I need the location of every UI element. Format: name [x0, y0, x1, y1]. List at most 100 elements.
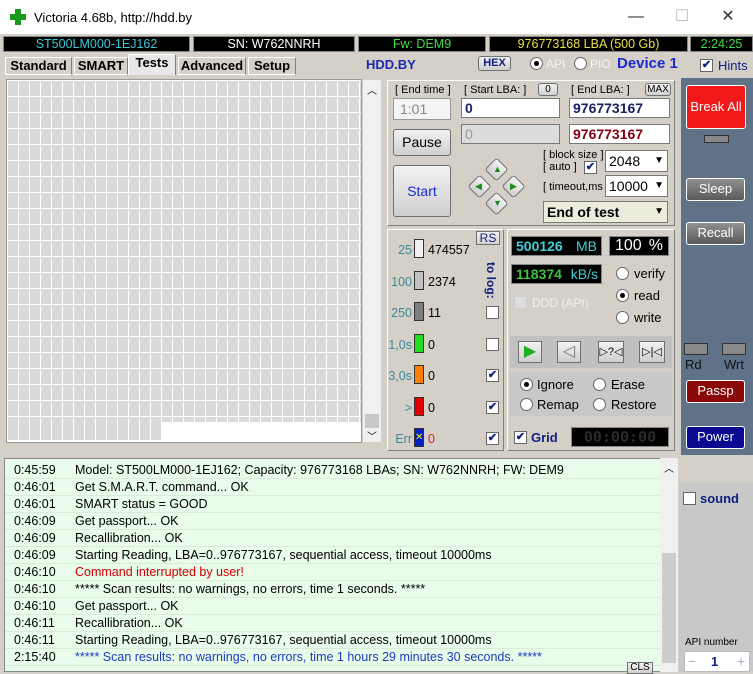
- api-label: API: [546, 57, 566, 71]
- latency-label: 3,0s: [388, 369, 412, 383]
- log-entry: 0:46:10 ***** Scan results: no warnings, …: [5, 581, 660, 598]
- log-checkbox[interactable]: ✔: [486, 369, 499, 382]
- sleep-button[interactable]: Sleep: [686, 178, 745, 201]
- device-label[interactable]: Device 1: [617, 55, 678, 72]
- recall-button[interactable]: Recall: [686, 222, 745, 245]
- tab-smart[interactable]: SMART: [74, 57, 128, 75]
- play-forward-button[interactable]: ▶: [518, 341, 542, 363]
- sound-checkbox[interactable]: [683, 492, 696, 505]
- log-message: SMART status = GOOD: [75, 497, 208, 511]
- log-scroll-thumb[interactable]: [662, 553, 676, 663]
- mb-unit: MB: [576, 238, 597, 254]
- latency-color-swatch: ✕: [414, 428, 424, 447]
- speed-value: 118374: [516, 266, 562, 282]
- log-checkbox[interactable]: [486, 306, 499, 319]
- restore-radio[interactable]: [593, 398, 606, 411]
- timeout-select[interactable]: 10000 ▼: [605, 175, 668, 197]
- clear-log-button[interactable]: CLS: [627, 662, 653, 674]
- timer-display: 00:00:00: [571, 427, 669, 447]
- start-lba-input[interactable]: 0: [461, 98, 560, 118]
- pause-button[interactable]: Pause: [393, 129, 451, 156]
- reset-stats-button[interactable]: RS: [476, 231, 500, 245]
- block-size-select[interactable]: 2048 ▼: [605, 150, 668, 172]
- scroll-thumb[interactable]: [365, 414, 379, 428]
- tab-tests[interactable]: Tests: [128, 54, 176, 75]
- log-entry: 0:46:09 Get passport... OK: [5, 513, 660, 530]
- latency-label: 25: [398, 243, 412, 257]
- auto-checkbox[interactable]: ✔: [584, 161, 597, 174]
- app-icon: [10, 9, 26, 25]
- random-seek-button[interactable]: ▷?◁: [598, 341, 624, 363]
- tab-advanced[interactable]: Advanced: [178, 57, 246, 75]
- remap-label: Remap: [537, 397, 579, 412]
- log-message: Get S.M.A.R.T. command... OK: [75, 480, 249, 494]
- tab-standard[interactable]: Standard: [5, 57, 72, 75]
- pio-radio[interactable]: [574, 57, 587, 70]
- timeout-label: [ timeout,ms ]: [543, 181, 610, 193]
- read-radio[interactable]: [616, 289, 629, 302]
- hdd-by-link[interactable]: HDD.BY: [366, 57, 416, 72]
- api-radio[interactable]: [530, 57, 543, 70]
- api-number-value: 1: [711, 654, 719, 669]
- grid-scrollbar[interactable]: ︿ ﹀: [363, 80, 381, 443]
- butterfly-button[interactable]: ▷|◁: [639, 341, 665, 363]
- power-button[interactable]: Power: [686, 426, 745, 449]
- end-time-field[interactable]: 1:01: [393, 98, 451, 120]
- chevron-down-icon: ▼: [654, 180, 664, 191]
- minimize-button[interactable]: —: [616, 6, 656, 28]
- erase-radio[interactable]: [593, 378, 606, 391]
- scroll-up-icon[interactable]: ︿: [367, 82, 377, 97]
- hints-checkbox[interactable]: ✔: [700, 59, 713, 72]
- model-display: ST500LM000-1EJ162: [3, 36, 190, 52]
- start-lba-zero-button[interactable]: 0: [538, 83, 558, 96]
- log-entry: 0:46:09 Starting Reading, LBA=0..97677316…: [5, 547, 660, 564]
- grid-checkbox[interactable]: ✔: [514, 431, 527, 444]
- maximize-button[interactable]: ☐: [662, 6, 702, 28]
- event-log: 0:45:59 Model: ST500LM000-1EJ162; Capacit…: [4, 458, 662, 672]
- log-checkbox[interactable]: ✔: [486, 400, 499, 414]
- latency-color-swatch: [414, 239, 424, 258]
- end-action-select[interactable]: End of test ▼: [543, 201, 668, 223]
- minus-button[interactable]: −: [688, 653, 696, 669]
- hex-button[interactable]: HEX: [478, 56, 511, 71]
- arrow-right-icon: ▶: [510, 181, 517, 191]
- log-entry: 0:46:10 Get passport... OK: [5, 598, 660, 615]
- latency-count: 0: [428, 369, 435, 383]
- log-entry: 2:15:40 ***** Scan results: no warnings, …: [5, 649, 660, 666]
- direction-pad: ▲ ◀ ▶ ▼: [465, 157, 526, 218]
- scroll-down-icon[interactable]: ﹀: [367, 428, 377, 443]
- latency-color-swatch: [414, 365, 424, 384]
- ignore-radio[interactable]: [520, 378, 533, 391]
- current-lba-field: 0: [461, 124, 560, 144]
- remap-radio[interactable]: [520, 398, 533, 411]
- chevron-down-icon: ▼: [654, 206, 664, 217]
- log-checkbox[interactable]: [486, 337, 499, 351]
- close-button[interactable]: ✕: [708, 6, 748, 28]
- verify-radio[interactable]: [616, 267, 629, 280]
- passport-button[interactable]: Passp: [686, 380, 745, 403]
- ddd-checkbox[interactable]: [514, 296, 527, 309]
- log-message: Get passport... OK: [75, 514, 179, 528]
- api-number-stepper[interactable]: − 1 +: [684, 651, 750, 672]
- end-lba-input[interactable]: 976773167: [569, 98, 670, 118]
- start-button[interactable]: Start: [393, 165, 451, 217]
- latency-count: 2374: [428, 274, 456, 289]
- play-backward-button[interactable]: ◁: [557, 341, 581, 363]
- tab-setup[interactable]: Setup: [248, 57, 296, 75]
- read-label: read: [634, 288, 661, 303]
- latency-color-swatch: [414, 302, 424, 321]
- log-checkbox[interactable]: ✔: [486, 432, 499, 445]
- latency-color-swatch: [414, 333, 424, 353]
- write-radio[interactable]: [616, 311, 629, 324]
- log-scrollbar[interactable]: ︿: [660, 458, 678, 672]
- max-button[interactable]: MAX: [645, 83, 671, 96]
- log-entry: 0:46:11 Recallibration... OK: [5, 615, 660, 632]
- latency-count: 0: [428, 337, 435, 352]
- plus-button[interactable]: +: [737, 653, 745, 669]
- log-message: Model: ST500LM000-1EJ162; Capacity: 9767…: [75, 463, 564, 477]
- timeout-value: 10000: [609, 178, 648, 194]
- scroll-up-icon[interactable]: ︿: [664, 460, 674, 475]
- megabytes-display: 500126 MB: [511, 236, 602, 256]
- break-all-button[interactable]: Break All: [686, 85, 746, 129]
- log-message: ***** Scan results: no warnings, no erro…: [75, 582, 426, 596]
